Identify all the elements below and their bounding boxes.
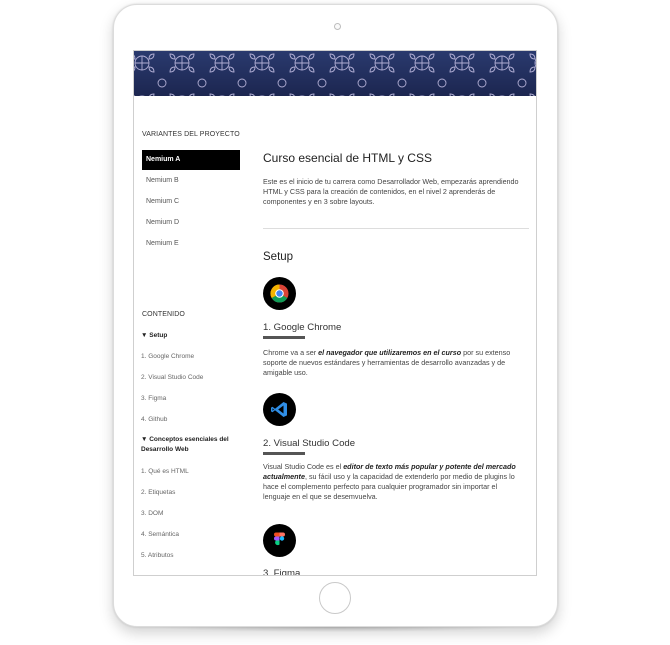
toc-item-github[interactable]: 4. Github <box>141 416 241 423</box>
toc-item-figma[interactable]: 3. Figma <box>141 395 241 402</box>
toc-item-html[interactable]: 1. Qué es HTML <box>141 468 241 475</box>
chrome-underline <box>263 336 305 339</box>
toc-item-tags[interactable]: 2. Etiquetas <box>141 489 241 496</box>
vscode-icon <box>263 393 296 426</box>
setup-heading: Setup <box>263 251 294 263</box>
toc-section-setup[interactable]: ▼ Setup <box>141 331 241 341</box>
toc-item-attributes[interactable]: 5. Atributos <box>141 552 241 559</box>
variant-item-b[interactable]: Nemium B <box>142 171 240 191</box>
vscode-title: 2. Visual Studio Code <box>263 438 356 449</box>
toc-item-dom[interactable]: 3. DOM <box>141 510 241 517</box>
header-banner <box>134 51 536 96</box>
variant-item-d[interactable]: Nemium D <box>142 213 240 233</box>
variant-item-a[interactable]: Nemium A <box>142 150 240 170</box>
toc-item-chrome[interactable]: 1. Google Chrome <box>141 353 241 360</box>
contents-title: CONTENIDO <box>142 311 185 318</box>
sidebar: VARIANTES DEL PROYECTO Nemium A Nemium B… <box>134 96 246 575</box>
camera-icon <box>334 23 341 30</box>
vscode-underline <box>263 452 305 455</box>
chrome-description: Chrome va a ser el navegador que utiliza… <box>263 348 511 377</box>
figma-title: 3. Figma <box>263 568 301 576</box>
variant-item-e[interactable]: Nemium E <box>142 234 240 254</box>
variants-title: VARIANTES DEL PROYECTO <box>142 131 240 138</box>
toc-item-vscode[interactable]: 2. Visual Studio Code <box>141 374 241 381</box>
intro-text: Este es el inicio de tu carrera como Des… <box>263 177 519 206</box>
home-button[interactable] <box>319 582 351 614</box>
divider <box>263 228 529 229</box>
toc-item-semantics[interactable]: 4. Semántica <box>141 531 241 538</box>
toc-section-concepts[interactable]: ▼ Conceptos esenciales del Desarrollo We… <box>141 435 241 455</box>
figma-icon <box>263 524 296 557</box>
screen: VARIANTES DEL PROYECTO Nemium A Nemium B… <box>133 50 537 576</box>
main-content: Curso esencial de HTML y CSS Este es el … <box>263 96 529 576</box>
variant-item-c[interactable]: Nemium C <box>142 192 240 212</box>
chrome-icon <box>263 277 296 310</box>
banner-pattern <box>134 51 536 96</box>
page-title: Curso esencial de HTML y CSS <box>263 151 432 165</box>
vscode-description: Visual Studio Code es el editor de texto… <box>263 462 516 501</box>
chrome-title: 1. Google Chrome <box>263 322 342 333</box>
